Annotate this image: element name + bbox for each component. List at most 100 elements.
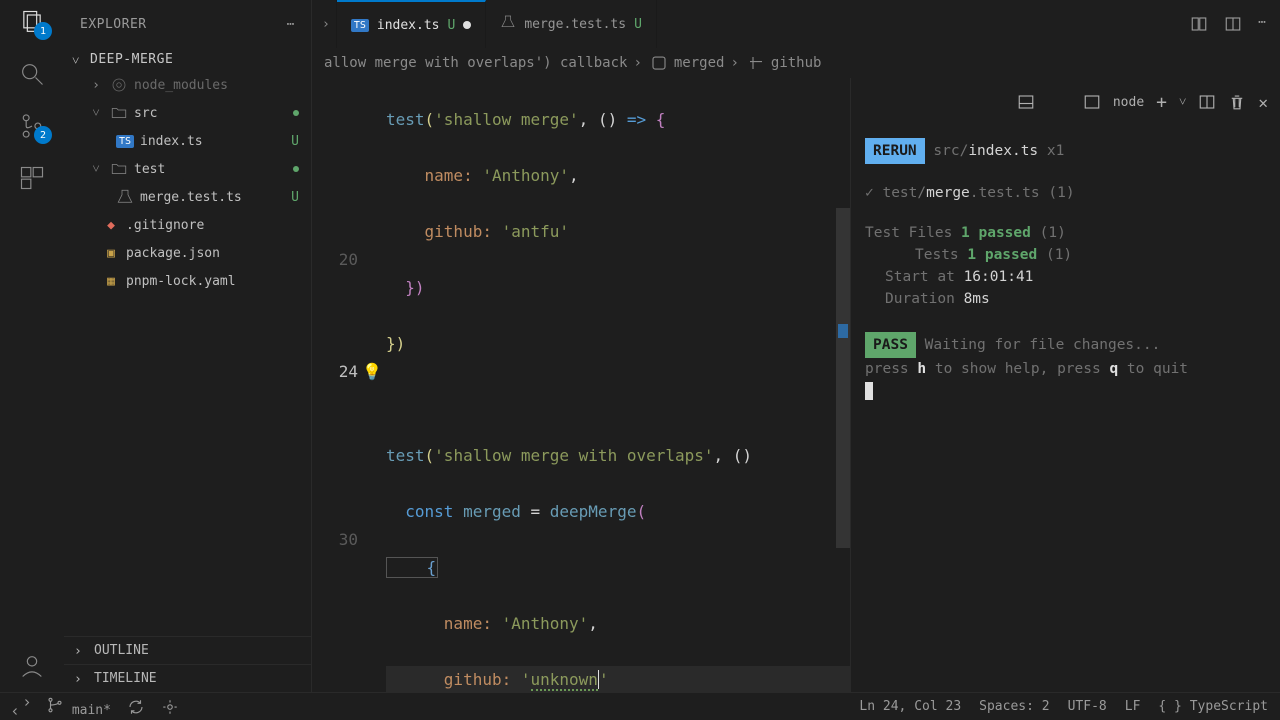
git-status: U — [291, 190, 299, 205]
tree-label: test — [134, 162, 165, 177]
ts-file-icon: TS — [351, 19, 369, 32]
tree-label: pnpm-lock.yaml — [126, 274, 236, 289]
tree-label: merge.test.ts — [140, 190, 242, 205]
tree-label: node_modules — [134, 78, 228, 93]
explorer-title: EXPLORER — [80, 17, 147, 32]
editor-region: › TS index.ts U merge.test.ts U ⋯ allo — [312, 0, 1280, 692]
branch-name: main* — [72, 703, 111, 718]
tree-pnpm-lock[interactable]: ▦ pnpm-lock.yaml — [64, 267, 311, 295]
language-indicator[interactable]: { } TypeScript — [1158, 699, 1268, 714]
tree-merge-test[interactable]: merge.test.ts U — [64, 183, 311, 211]
tab-label: merge.test.ts — [524, 17, 626, 32]
yaml-icon: ▦ — [102, 274, 120, 289]
branch-indicator[interactable]: main* — [46, 696, 111, 718]
breadcrumb-seg: allow merge with overlaps') callback — [324, 55, 627, 71]
modified-dot — [293, 166, 299, 172]
chevron-right-icon: › — [74, 672, 88, 686]
chevron-down-icon: ˅ — [88, 105, 104, 121]
test-files-label: Test Files — [865, 225, 961, 241]
modified-dot-icon — [463, 21, 471, 29]
chevron-down-icon: ˅ — [72, 53, 86, 67]
start-label: Start at — [865, 269, 964, 285]
project-name: DEEP-MERGE — [90, 52, 173, 67]
explorer-title-row: EXPLORER ⋯ — [64, 0, 311, 48]
sync-icon[interactable] — [127, 698, 145, 716]
tree-package-json[interactable]: ▣ package.json — [64, 239, 311, 267]
tree-label: package.json — [126, 246, 220, 261]
tab-git-status: U — [634, 17, 642, 32]
tree-test[interactable]: ˅ test — [64, 155, 311, 183]
file-tree: › node_modules ˅ src TS index.ts U — [64, 71, 311, 636]
json-icon: ▣ — [102, 246, 120, 261]
project-header[interactable]: ˅ DEEP-MERGE — [64, 48, 311, 71]
folder-icon — [110, 104, 128, 122]
field-icon — [747, 54, 765, 72]
tab-index-ts[interactable]: TS index.ts U — [337, 0, 487, 48]
chevron-right-icon: › — [74, 644, 88, 658]
terminal-panel: node + ˅ ✕ RERUN src/index.ts x1 ✓ test/… — [850, 78, 1280, 692]
source-control-icon[interactable]: 2 — [18, 112, 46, 140]
scm-badge: 2 — [34, 126, 52, 144]
outline-section[interactable]: › OUTLINE — [64, 636, 311, 664]
code-content: test('shallow merge', () => { name: 'Ant… — [386, 78, 850, 692]
indent-indicator[interactable]: Spaces: 2 — [979, 699, 1049, 714]
tab-breadcrumb-overflow[interactable]: › — [316, 0, 337, 48]
more-icon[interactable]: ⋯ — [1258, 15, 1266, 33]
editor-tabs: › TS index.ts U merge.test.ts U ⋯ — [312, 0, 1280, 48]
close-icon[interactable]: ✕ — [1258, 93, 1268, 112]
tree-label: .gitignore — [126, 218, 204, 233]
lightbulb-icon[interactable]: 💡 — [362, 358, 382, 386]
rerun-badge: RERUN — [865, 138, 925, 164]
panel-icon[interactable] — [1017, 93, 1035, 111]
remote-icon[interactable] — [12, 698, 30, 716]
breadcrumb[interactable]: allow merge with overlaps') callback › m… — [312, 48, 1280, 78]
search-icon[interactable] — [18, 60, 46, 88]
tab-actions: ⋯ — [1190, 15, 1280, 33]
files-icon[interactable]: 1 — [18, 8, 46, 36]
encoding-indicator[interactable]: UTF-8 — [1068, 699, 1107, 714]
tab-label: index.ts — [377, 18, 440, 33]
tree-node-modules[interactable]: › node_modules — [64, 71, 311, 99]
gitignore-icon: ◆ — [102, 218, 120, 233]
add-terminal-icon[interactable]: + — [1156, 92, 1167, 113]
breadcrumb-seg: merged › — [650, 54, 739, 72]
extensions-icon[interactable] — [18, 164, 46, 192]
chevron-right-icon: › — [88, 78, 104, 93]
tab-git-status: U — [448, 18, 456, 33]
eol-indicator[interactable]: LF — [1125, 699, 1141, 714]
folder-icon — [110, 76, 128, 94]
git-status: U — [291, 134, 299, 149]
terminal-cursor — [865, 382, 873, 400]
tree-gitignore[interactable]: ◆ .gitignore — [64, 211, 311, 239]
chevron-down-icon: ˅ — [88, 161, 104, 177]
line-gutter: 20 24 30 — [312, 78, 372, 554]
explorer-sidebar: EXPLORER ⋯ ˅ DEEP-MERGE › node_modules ˅… — [64, 0, 312, 692]
terminal-header: node + ˅ ✕ — [851, 78, 1280, 126]
trash-icon[interactable] — [1228, 93, 1246, 111]
explorer-more-icon[interactable]: ⋯ — [287, 17, 295, 32]
chevron-down-icon[interactable]: ˅ — [1179, 94, 1186, 110]
terminal-output[interactable]: RERUN src/index.ts x1 ✓ test/merge.test.… — [851, 126, 1280, 692]
live-share-icon[interactable] — [161, 698, 179, 716]
duration-label: Duration — [865, 291, 964, 307]
code-editor[interactable]: 20 24 30 💡 test('shallow merge', () => {… — [312, 78, 850, 692]
terminal-type-icon[interactable] — [1083, 93, 1101, 111]
tree-src[interactable]: ˅ src — [64, 99, 311, 127]
split-editor-icon[interactable] — [1224, 15, 1242, 33]
status-bar: main* Ln 24, Col 23 Spaces: 2 UTF-8 LF {… — [0, 692, 1280, 720]
breadcrumb-seg: github — [747, 54, 822, 72]
compare-icon[interactable] — [1190, 15, 1208, 33]
tree-index-ts[interactable]: TS index.ts U — [64, 127, 311, 155]
tab-merge-test[interactable]: merge.test.ts U — [486, 0, 657, 48]
cursor-position[interactable]: Ln 24, Col 23 — [859, 699, 961, 714]
tree-label: index.ts — [140, 134, 203, 149]
split-terminal-icon[interactable] — [1198, 93, 1216, 111]
timeline-section[interactable]: › TIMELINE — [64, 664, 311, 692]
braces-icon: { } — [1158, 699, 1181, 714]
terminal-type-label: node — [1113, 95, 1144, 110]
folder-icon — [110, 160, 128, 178]
tests-label: Tests — [865, 247, 967, 263]
files-badge: 1 — [34, 22, 52, 40]
timeline-label: TIMELINE — [94, 671, 157, 686]
account-icon[interactable] — [18, 652, 46, 680]
